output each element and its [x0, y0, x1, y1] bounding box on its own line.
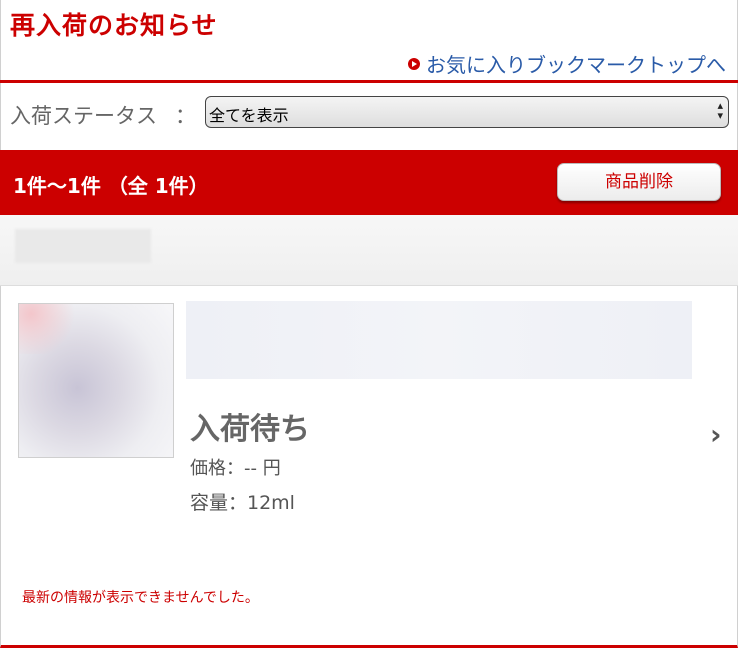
redacted-header-text: [15, 229, 151, 263]
stock-status: 入荷待ち: [190, 412, 310, 447]
status-filter-label: 入荷ステータス: [10, 104, 157, 128]
circle-arrow-icon: [408, 57, 420, 70]
delete-item-button[interactable]: 商品削除: [557, 163, 721, 201]
status-filter-select[interactable]: 全てを表示 ▴ ▾: [205, 96, 729, 128]
favorites-bookmark-top-link[interactable]: お気に入りブックマークトップへ: [408, 49, 726, 78]
status-filter-selected-value: 全てを表示: [209, 106, 289, 125]
product-list-item[interactable]: 入荷待ち 価格：-- 円 容量：12ml ›: [0, 296, 738, 526]
redacted-product-name: [186, 301, 692, 379]
chevron-right-icon: ›: [710, 418, 722, 451]
page-title: 再入荷のお知らせ: [10, 11, 218, 40]
error-notice: 最新の情報が表示できませんでした。: [22, 590, 259, 606]
list-header-band: [0, 215, 738, 286]
result-count-bar: 1件〜1件 （全 1件） 商品削除: [0, 150, 738, 215]
product-volume: 容量：12ml: [190, 492, 295, 514]
product-price: 価格：-- 円: [190, 458, 281, 479]
select-arrows-icon: ▴ ▾: [717, 99, 723, 122]
status-filter-colon: ：: [175, 104, 196, 128]
result-count-text: 1件〜1件 （全 1件）: [13, 174, 209, 198]
favorites-bookmark-top-link-label: お気に入りブックマークトップへ: [426, 53, 726, 77]
product-thumbnail: [18, 303, 174, 458]
header-divider: [0, 80, 738, 83]
